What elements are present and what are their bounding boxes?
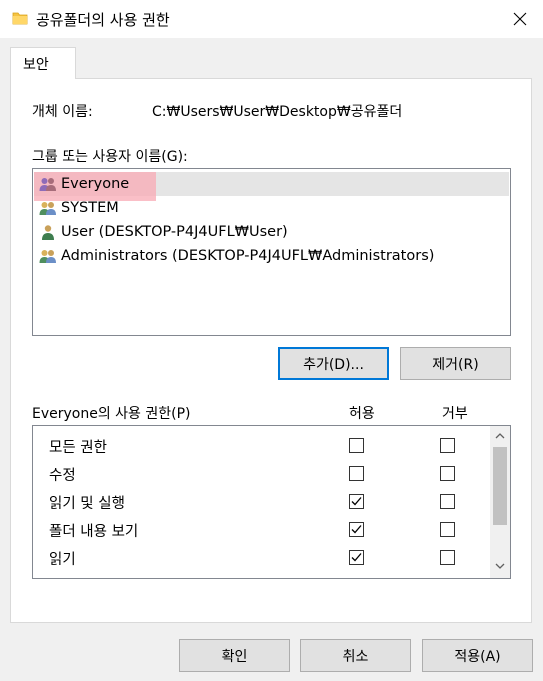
deny-checkbox[interactable] <box>440 494 455 509</box>
chevron-up-icon[interactable] <box>495 432 505 439</box>
permission-row-read-execute: 읽기 및 실행 <box>33 487 489 515</box>
permission-label: 모든 권한 <box>49 440 107 456</box>
allow-checkbox[interactable] <box>349 550 364 565</box>
permission-row-list-folder: 폴더 내용 보기 <box>33 515 489 543</box>
scrollbar-thumb[interactable] <box>493 447 507 525</box>
window-title: 공유폴더의 사용 권한 <box>36 11 170 29</box>
allow-checkbox[interactable] <box>349 578 364 579</box>
close-button[interactable] <box>497 0 543 38</box>
permission-row-modify: 수정 <box>33 459 489 487</box>
permissions-label: Everyone의 사용 권한(P) <box>32 406 191 422</box>
users-group-icon <box>39 250 56 263</box>
title-bar: 공유폴더의 사용 권한 <box>0 0 543 38</box>
checkmark-icon <box>351 497 362 506</box>
deny-checkbox[interactable] <box>440 438 455 453</box>
list-item-administrators[interactable]: Administrators (DESKTOP-P4J4UFL₩Administ… <box>34 244 509 268</box>
permission-row-full-control: 모든 권한 <box>33 431 489 459</box>
list-item-everyone[interactable]: Everyone <box>34 172 509 201</box>
permission-row-read: 읽기 <box>33 543 489 571</box>
ok-button[interactable]: 확인 <box>179 639 290 672</box>
groups-listbox[interactable]: Everyone SYSTEM User (DESKTOP-P4J4UFL₩Us… <box>32 168 511 336</box>
deny-checkbox[interactable] <box>440 466 455 481</box>
object-name-value: C:₩Users₩User₩Desktop₩공유폴더 <box>152 104 403 120</box>
permissions-scrollbar[interactable] <box>490 426 510 578</box>
checkmark-icon <box>351 553 362 562</box>
list-item-user[interactable]: User (DESKTOP-P4J4UFL₩User) <box>34 220 509 244</box>
users-group-icon <box>39 202 56 215</box>
list-item-label: SYSTEM <box>61 200 119 216</box>
cancel-button[interactable]: 취소 <box>300 639 411 672</box>
checkmark-icon <box>351 525 362 534</box>
close-icon <box>513 12 527 26</box>
users-group-icon <box>39 178 56 191</box>
permission-label: 읽기 <box>49 552 76 568</box>
user-icon <box>42 225 54 240</box>
list-item-label: Everyone <box>61 176 130 192</box>
allow-header: 허용 <box>349 406 375 422</box>
allow-checkbox[interactable] <box>349 438 364 453</box>
tab-security[interactable]: 보안 <box>10 47 76 79</box>
allow-checkbox[interactable] <box>349 522 364 537</box>
allow-checkbox[interactable] <box>349 494 364 509</box>
list-item-label: User (DESKTOP-P4J4UFL₩User) <box>61 224 288 240</box>
permissions-listbox: 모든 권한 수정 읽기 및 실행 폴더 내용 보기 읽기 <box>32 425 511 579</box>
deny-checkbox[interactable] <box>440 578 455 579</box>
list-item-label: Administrators (DESKTOP-P4J4UFL₩Administ… <box>61 248 435 264</box>
add-button[interactable]: 추가(D)... <box>278 347 389 380</box>
groups-label: 그룹 또는 사용자 이름(G): <box>32 149 188 165</box>
apply-button[interactable]: 적용(A) <box>422 639 533 672</box>
permission-label: 폴더 내용 보기 <box>49 524 139 540</box>
deny-header: 거부 <box>442 406 468 422</box>
folder-icon <box>12 12 28 25</box>
permission-label: 수정 <box>49 468 76 484</box>
list-item-system[interactable]: SYSTEM <box>34 196 509 220</box>
tab-security-label: 보안 <box>23 57 49 73</box>
permission-label: 읽기 및 실행 <box>49 496 125 512</box>
object-name-label: 개체 이름: <box>32 104 93 120</box>
allow-checkbox[interactable] <box>349 466 364 481</box>
deny-checkbox[interactable] <box>440 522 455 537</box>
deny-checkbox[interactable] <box>440 550 455 565</box>
chevron-down-icon[interactable] <box>495 563 505 570</box>
remove-button[interactable]: 제거(R) <box>400 347 511 380</box>
